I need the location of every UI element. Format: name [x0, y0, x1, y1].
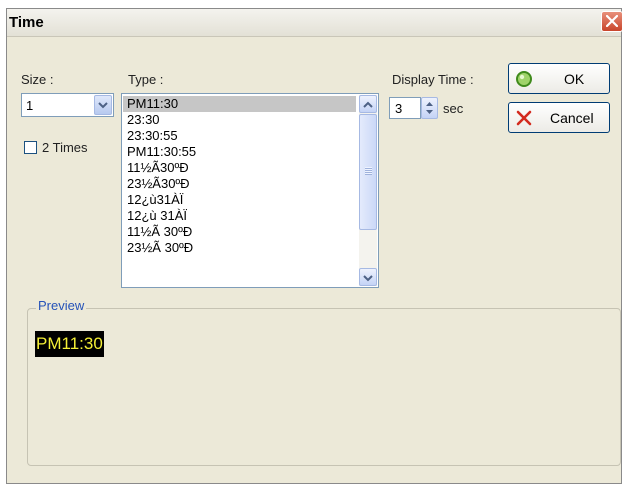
list-item[interactable]: PM11:30 [123, 96, 356, 112]
scroll-up-button[interactable] [359, 95, 377, 113]
type-scrollbar[interactable] [359, 95, 377, 286]
size-dropdown-button[interactable] [94, 95, 112, 115]
display-time-label: Display Time : [392, 72, 474, 87]
chevron-down-icon [98, 102, 108, 109]
cancel-button-label: Cancel [550, 110, 594, 126]
list-item[interactable]: PM11:30:55 [123, 144, 356, 160]
list-item[interactable]: 23:30 [123, 112, 356, 128]
list-item[interactable]: 23½Ã 30ºÐ [123, 240, 356, 256]
display-time-value: 3 [395, 101, 403, 116]
display-time-unit: sec [443, 101, 464, 116]
list-item[interactable]: 23:30:55 [123, 128, 356, 144]
up-down-arrows-icon [426, 102, 433, 114]
list-item[interactable]: 11½Ã30ºÐ [123, 160, 356, 176]
chevron-up-icon [363, 101, 373, 108]
cancel-button[interactable]: Cancel [508, 102, 610, 133]
two-times-checkbox[interactable] [24, 141, 37, 154]
type-list: PM11:30 23:30 23:30:55 PM11:30:55 11½Ã30… [123, 96, 356, 256]
display-time-input[interactable]: 3 [389, 97, 421, 119]
close-button[interactable] [601, 11, 623, 32]
red-x-icon [516, 110, 532, 126]
preview-label: Preview [36, 298, 87, 313]
close-icon [606, 15, 618, 27]
green-circle-icon [516, 71, 532, 87]
type-label: Type : [128, 72, 164, 87]
list-item[interactable]: 23½Ã30ºÐ [123, 176, 356, 192]
ok-button[interactable]: OK [508, 63, 610, 94]
preview-groupbox [27, 308, 621, 466]
grip-icon [365, 167, 372, 175]
chevron-down-icon [363, 275, 373, 282]
list-item[interactable]: 12¿ù 31ÀÏ [123, 208, 356, 224]
scroll-down-button[interactable] [359, 268, 377, 286]
size-dropdown[interactable]: 1 [21, 93, 114, 117]
preview-display: PM11:30 [35, 331, 104, 357]
title-bar[interactable]: Time [7, 9, 623, 37]
ok-button-label: OK [564, 71, 585, 87]
size-value: 1 [26, 98, 34, 113]
dialog-title: Time [9, 14, 44, 31]
list-item[interactable]: 11½Ã 30ºÐ [123, 224, 356, 240]
size-label: Size : [21, 72, 54, 87]
two-times-label: 2 Times [42, 140, 88, 155]
scroll-thumb[interactable] [359, 114, 377, 230]
type-listbox[interactable]: PM11:30 23:30 23:30:55 PM11:30:55 11½Ã30… [121, 93, 379, 288]
display-time-spinner[interactable] [421, 97, 438, 119]
list-item[interactable]: 12¿ù31ÀÏ [123, 192, 356, 208]
